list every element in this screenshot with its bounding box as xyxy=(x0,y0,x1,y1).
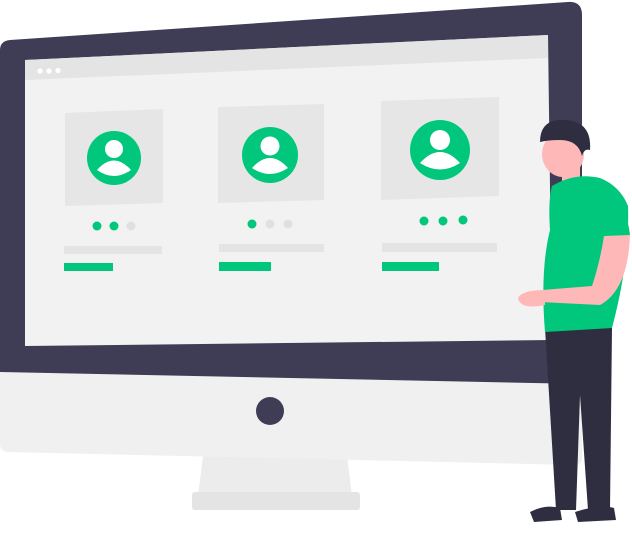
user-avatar-icon xyxy=(410,120,470,180)
monitor-chin xyxy=(0,368,582,465)
text-placeholder-line xyxy=(64,246,162,254)
carousel-dot[interactable] xyxy=(438,216,448,226)
carousel-dots xyxy=(92,221,136,231)
carousel-dot[interactable] xyxy=(265,219,275,229)
carousel-dot[interactable] xyxy=(247,219,257,229)
text-placeholder-line xyxy=(382,243,497,252)
action-bar[interactable] xyxy=(382,262,439,271)
profile-card[interactable] xyxy=(381,97,499,271)
monitor-illustration xyxy=(0,1,630,522)
carousel-dot[interactable] xyxy=(458,215,468,225)
close-dot-icon[interactable] xyxy=(37,68,43,74)
profile-card[interactable] xyxy=(218,104,324,271)
carousel-dot[interactable] xyxy=(109,221,119,231)
user-avatar-icon xyxy=(87,131,141,185)
action-bar[interactable] xyxy=(64,263,113,271)
carousel-dot[interactable] xyxy=(126,221,136,231)
carousel-dot[interactable] xyxy=(419,216,429,226)
text-placeholder-line xyxy=(219,244,324,252)
maximize-dot-icon[interactable] xyxy=(55,67,61,74)
power-button-icon[interactable] xyxy=(256,397,284,425)
profile-card[interactable] xyxy=(64,109,163,271)
carousel-dot[interactable] xyxy=(92,221,102,231)
minimize-dot-icon[interactable] xyxy=(46,68,52,74)
action-bar[interactable] xyxy=(219,262,271,271)
carousel-dots xyxy=(247,219,293,229)
carousel-dot[interactable] xyxy=(283,219,293,229)
user-avatar-icon xyxy=(242,127,298,183)
window-controls xyxy=(37,67,61,74)
